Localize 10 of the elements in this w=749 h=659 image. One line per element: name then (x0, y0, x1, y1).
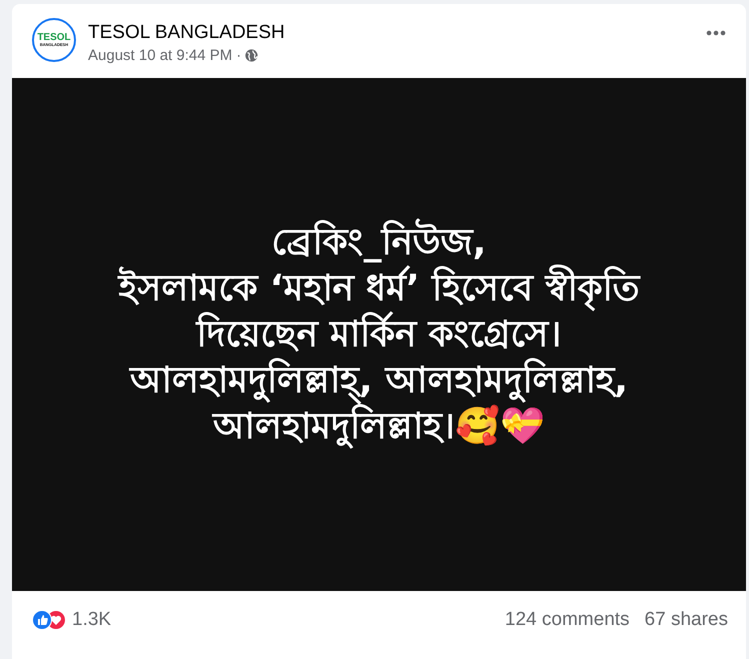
logo-text: TESOL (37, 32, 71, 43)
post-image-text: ব্রেকিং_নিউজ, ইসলামকে ‘মহান ধর্ম’ হিসেবে স্বীকৃতি দিয়েছেন মার্কিন কংগ্রেসে। আলহামদুলিল্লাহ্, আলহামদুলিল্লাহ, আলহামদুলিল্লাহ।🥰💝 (118, 220, 640, 450)
globe-icon (245, 49, 258, 62)
post-timestamp[interactable]: August 10 at 9:44 PM (88, 47, 232, 64)
reaction-icons[interactable] (32, 610, 66, 630)
page-name[interactable]: TESOL BANGLADESH (88, 22, 690, 44)
separator-dot: · (236, 47, 242, 64)
shares-count[interactable]: 67 shares (644, 609, 728, 631)
reaction-count[interactable]: 1.3K (72, 609, 112, 631)
comments-count[interactable]: 124 comments (504, 609, 630, 631)
